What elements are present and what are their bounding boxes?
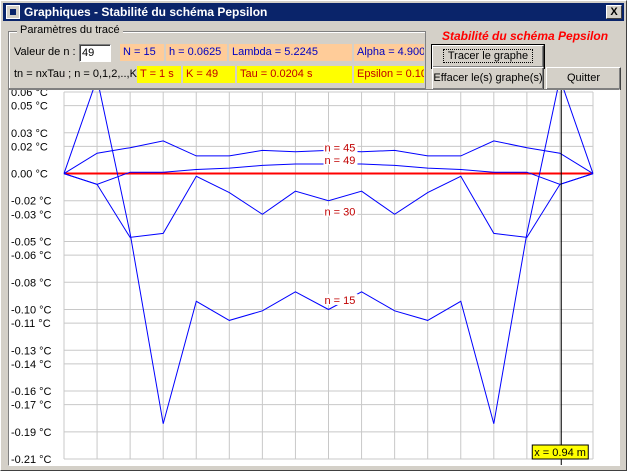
y-tick-label: -0.14 °C bbox=[11, 359, 52, 371]
x-readout: x = 0.94 m bbox=[534, 447, 586, 459]
param-epsilon: Epsilon = 0.1000 bbox=[354, 66, 424, 83]
y-tick-label: -0.16 °C bbox=[11, 386, 52, 398]
param-lambda: Lambda = 5.2245 bbox=[229, 44, 352, 61]
n-value-input[interactable] bbox=[79, 44, 111, 62]
y-tick-label: 0.02 °C bbox=[11, 141, 48, 153]
curve-label: n = 30 bbox=[325, 207, 356, 219]
y-tick-label: -0.08 °C bbox=[11, 277, 52, 289]
param-N: N = 15 bbox=[120, 44, 164, 61]
param-h: h = 0.0625 bbox=[166, 44, 227, 61]
y-tick-label: -0.05 °C bbox=[11, 237, 52, 249]
title-bar[interactable]: Graphiques - Stabilité du schéma Pepsilo… bbox=[3, 3, 624, 21]
curve-label: n = 49 bbox=[325, 155, 356, 167]
y-tick-label: -0.02 °C bbox=[11, 196, 52, 208]
y-tick-label: 0.06 °C bbox=[11, 90, 48, 99]
y-tick-label: -0.10 °C bbox=[11, 304, 52, 316]
y-tick-label: -0.19 °C bbox=[11, 427, 52, 439]
stability-chart: 0.06 °C 0.05 °C 0.03 °C0.02 °C 0.00 °C -0.02… bbox=[11, 90, 594, 465]
plot-graph-button[interactable]: Tracer le graphe bbox=[431, 44, 545, 69]
close-button[interactable]: X bbox=[606, 5, 622, 19]
params-legend: Paramètres du tracé bbox=[17, 24, 123, 36]
y-tick-label: 0.05 °C bbox=[11, 101, 48, 113]
y-tick-label: -0.13 °C bbox=[11, 345, 52, 357]
y-tick-label: -0.17 °C bbox=[11, 400, 52, 412]
app-window: Graphiques - Stabilité du schéma Pepsilo… bbox=[0, 0, 627, 471]
y-tick-label: -0.11 °C bbox=[11, 318, 51, 330]
app-heading: Stabilité du schéma Pepsilon bbox=[442, 29, 609, 43]
y-tick-label: 0.03 °C bbox=[11, 128, 48, 140]
param-K: K = 49 bbox=[183, 66, 235, 83]
y-tick-label: -0.06 °C bbox=[11, 250, 52, 262]
y-tick-label: 0.00 °C bbox=[11, 169, 48, 181]
param-tau: Tau = 0.0204 s bbox=[237, 66, 352, 83]
window-title: Graphiques - Stabilité du schéma Pepsilo… bbox=[24, 5, 268, 19]
curve-label: n = 45 bbox=[325, 143, 356, 155]
quit-button[interactable]: Quitter bbox=[546, 67, 621, 90]
graph-area[interactable]: 0.06 °C 0.05 °C 0.03 °C 0.02 °C 0.00 °C -0.02… bbox=[8, 89, 620, 466]
curve-label: n = 15 bbox=[325, 295, 356, 307]
y-tick-label: -0.21 °C bbox=[11, 454, 52, 465]
params-groupbox: Paramètres du tracé Valeur de n : tn = n… bbox=[8, 24, 426, 89]
y-tick-label: -0.03 °C bbox=[11, 209, 52, 221]
param-alpha: Alpha = 4.9000 bbox=[354, 44, 424, 61]
tn-label: tn = nxTau ; n = 0,1,2,..,K bbox=[14, 68, 137, 80]
n-label: Valeur de n : bbox=[14, 46, 76, 58]
param-T: T = 1 s bbox=[137, 66, 181, 83]
clear-graphs-button[interactable]: Effacer le(s) graphe(s) bbox=[432, 67, 544, 90]
app-icon bbox=[6, 5, 20, 19]
